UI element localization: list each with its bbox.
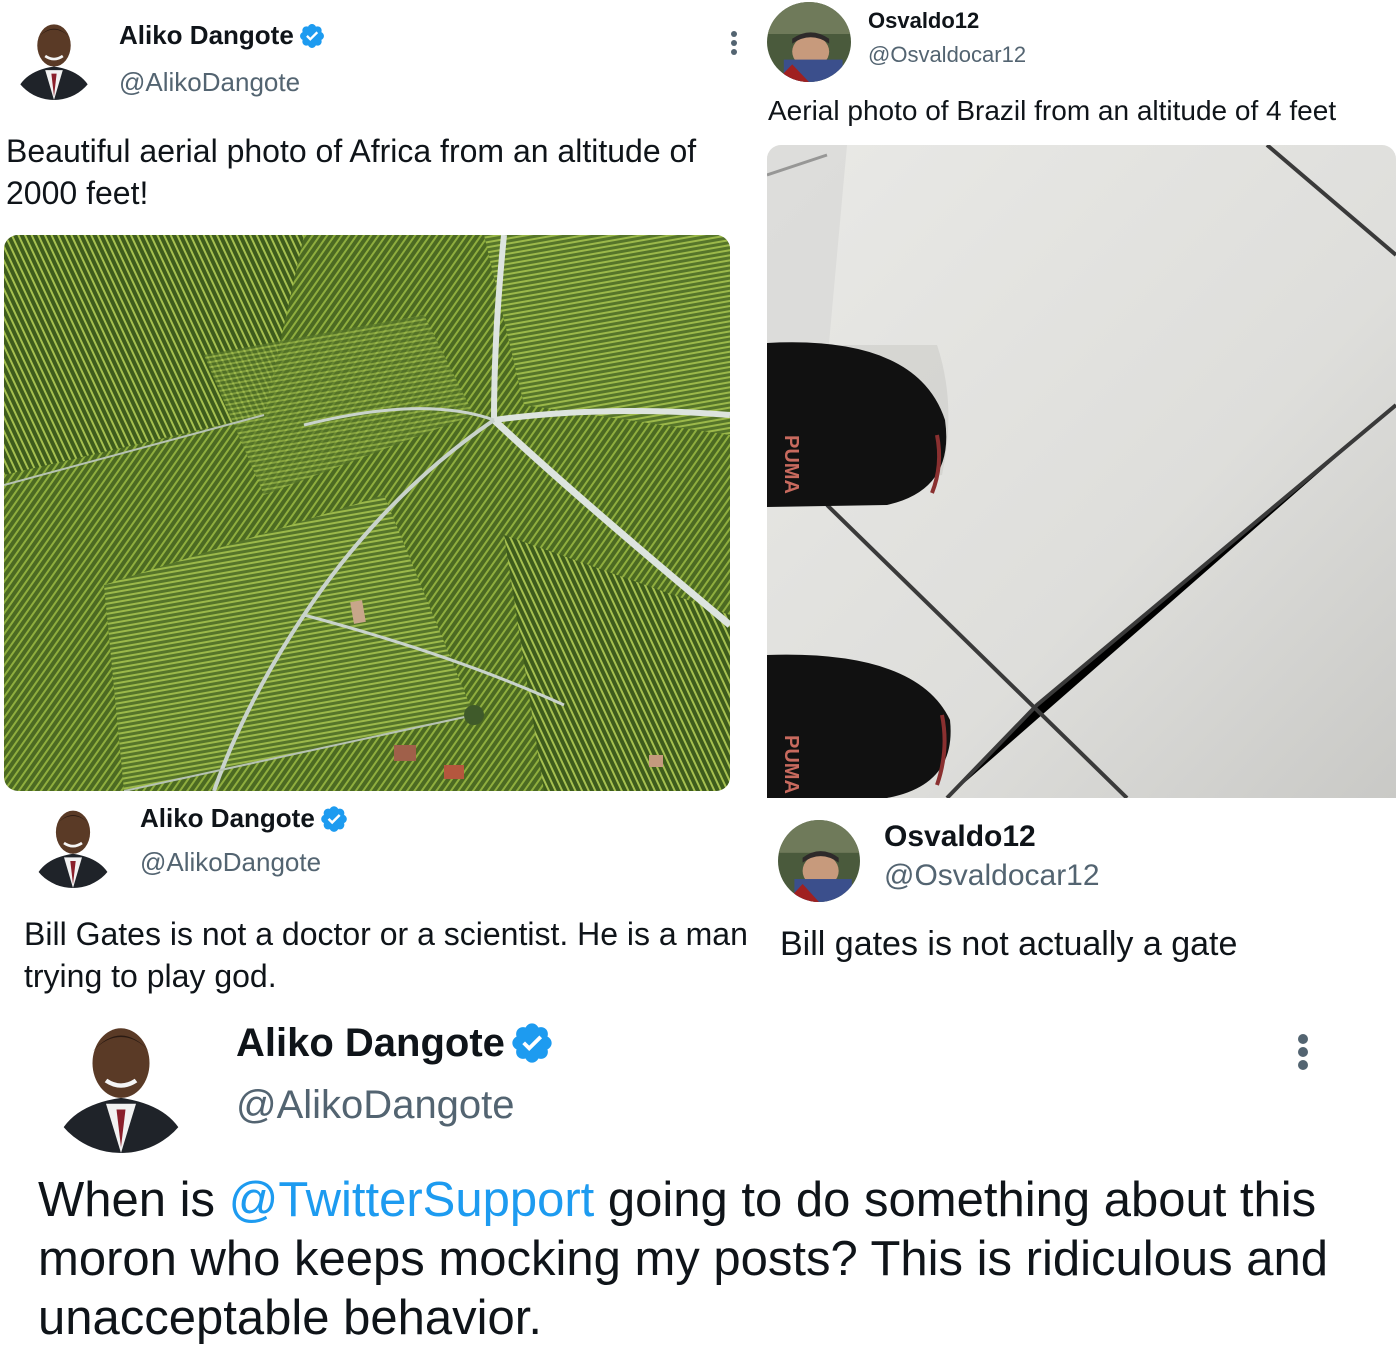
author-handle[interactable]: @AlikoDangote — [236, 1083, 515, 1128]
tweet-text: Bill Gates is not a doctor or a scientis… — [24, 916, 748, 994]
avatar[interactable] — [767, 2, 851, 82]
author-handle[interactable]: @AlikoDangote — [140, 847, 321, 878]
author-name[interactable]: Aliko Dangote — [119, 20, 326, 51]
verified-badge-icon — [509, 1020, 555, 1066]
author-handle[interactable]: @Osvaldocar12 — [868, 42, 1026, 68]
verified-badge-icon — [298, 22, 326, 50]
author-name-text: Aliko Dangote — [119, 20, 294, 50]
tweet-text: Aerial photo of Brazil from an altitude … — [768, 95, 1337, 126]
tweet-4[interactable]: Osvaldo12 @Osvaldocar12 Bill gates is no… — [770, 800, 1396, 1000]
tweet-media[interactable] — [4, 235, 730, 791]
mention-link[interactable]: @TwitterSupport — [229, 1173, 595, 1227]
tweet-text: Bill gates is not actually a gate — [780, 925, 1238, 963]
author-name[interactable]: Osvaldo12 — [884, 820, 1036, 854]
author-name-text: Aliko Dangote — [140, 803, 315, 833]
aerial-fields-image — [4, 235, 730, 791]
author-name[interactable]: Aliko Dangote — [236, 1020, 555, 1066]
author-handle[interactable]: @Osvaldocar12 — [884, 859, 1100, 893]
tweet-2[interactable]: Osvaldo12 @Osvaldocar12 Aerial photo of … — [765, 0, 1396, 800]
author-handle[interactable]: @AlikoDangote — [119, 67, 300, 98]
shoe-brand-text: PUMA — [780, 435, 802, 494]
more-options-icon[interactable] — [1296, 1034, 1310, 1070]
author-name[interactable]: Osvaldo12 — [868, 8, 979, 34]
more-options-icon[interactable] — [730, 31, 738, 55]
tweet-1[interactable]: Aliko Dangote @AlikoDangote Beautiful ae… — [0, 0, 765, 795]
avatar[interactable] — [778, 820, 860, 902]
tweet-media[interactable]: PUMA PUMA — [767, 145, 1396, 798]
verified-badge-icon — [319, 804, 349, 834]
tweet-text: When is @TwitterSupport going to do some… — [38, 1171, 1378, 1348]
avatar[interactable] — [10, 12, 98, 100]
tweet-text: Beautiful aerial photo of Africa from an… — [6, 133, 697, 211]
tweet-text-start: When is — [38, 1173, 229, 1227]
avatar[interactable] — [46, 1008, 196, 1153]
shoe-brand-text: PUMA — [780, 735, 802, 794]
tweet-5[interactable]: Aliko Dangote @AlikoDangote When is @Twi… — [0, 1005, 1396, 1368]
author-name[interactable]: Aliko Dangote — [140, 803, 349, 834]
tweet-3[interactable]: Aliko Dangote @AlikoDangote Bill Gates i… — [0, 795, 770, 1005]
avatar[interactable] — [28, 798, 118, 888]
floor-feet-image: PUMA PUMA — [767, 145, 1396, 798]
author-name-text: Aliko Dangote — [236, 1020, 505, 1065]
